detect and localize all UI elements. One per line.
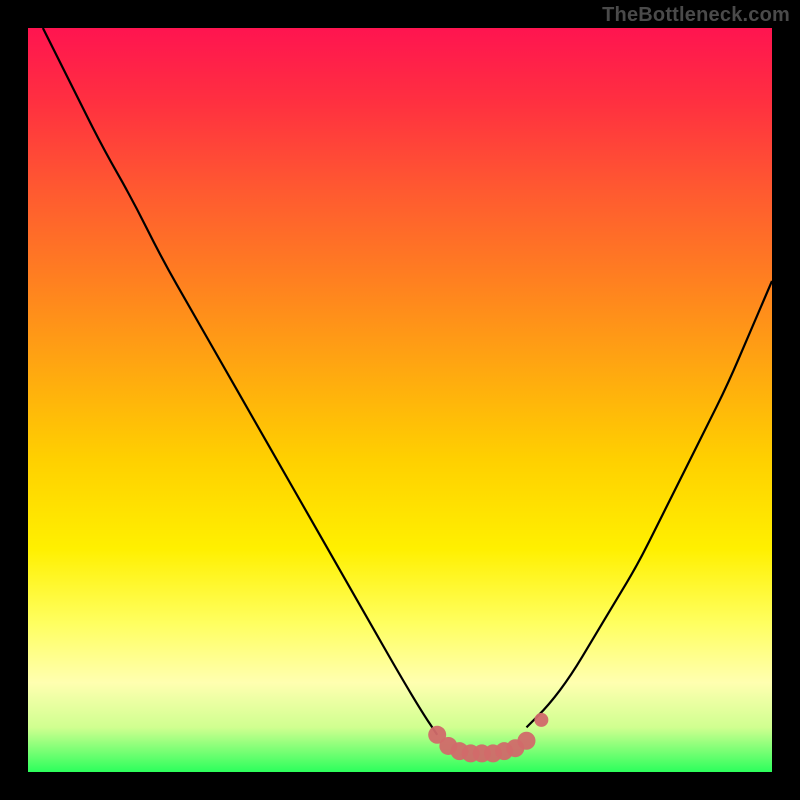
watermark-text: TheBottleneck.com [602, 4, 790, 27]
chart-stage: TheBottleneck.com [0, 0, 800, 800]
marker-dot [517, 732, 535, 750]
bottom-markers [428, 713, 548, 762]
right-curve [526, 281, 772, 727]
plot-svg [28, 28, 772, 772]
plot-area [28, 28, 772, 772]
left-curve [43, 28, 437, 735]
marker-dot [534, 713, 548, 727]
